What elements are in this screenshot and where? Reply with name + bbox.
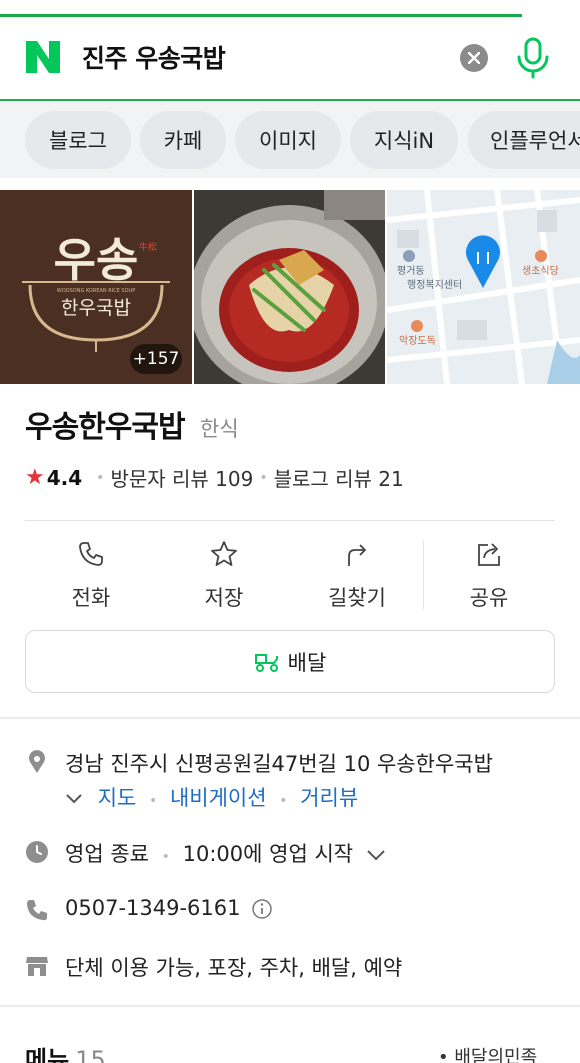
clock-icon [26, 841, 48, 863]
map-image: 평거동 행정복지센터 생초식당 악장도독 [387, 190, 580, 384]
separator-dot: • [259, 469, 268, 486]
svg-text:악장도독: 악장도독 [399, 335, 436, 347]
amenities-row: 단체 이용 가능, 포장, 주차, 배달, 예약 [25, 952, 565, 982]
search-category-chips: 블로그 카페 이미지 지식iN 인플루언서 [0, 102, 580, 178]
chip-image[interactable]: 이미지 [235, 111, 341, 169]
star-icon [211, 541, 237, 566]
search-input[interactable]: 진주 우송국밥 [82, 39, 226, 75]
share-button[interactable]: 공유 [423, 530, 555, 614]
svg-text:평거동: 평거동 [397, 265, 425, 277]
place-name[interactable]: 우송한우국밥 [25, 402, 186, 446]
more-photos-badge[interactable]: +157 [130, 344, 182, 374]
map-thumbnail[interactable]: 평거동 행정복지센터 생초식당 악장도독 [387, 190, 580, 384]
chip-cafe[interactable]: 카페 [140, 111, 226, 169]
svg-text:WOOSONG KOREAN RICE SOUP: WOOSONG KOREAN RICE SOUP [57, 288, 135, 294]
directions-label: 길찾기 [328, 586, 386, 610]
rating-row: ★ 4.4 • 방문자 리뷰 109 • 블로그 리뷰 21 [25, 463, 404, 492]
microphone-icon[interactable] [514, 37, 552, 79]
photo-strip: 우송 牛松 WOOSONG KOREAN RICE SOUP 한우국밥 +157 [0, 190, 580, 384]
section-divider [0, 1005, 580, 1007]
call-button[interactable]: 전화 [25, 530, 157, 614]
phone-row: 0507-1349-6161 [25, 896, 565, 926]
separator-dot: • [279, 793, 288, 809]
phone-icon [79, 542, 103, 566]
delivery-label: 배달 [287, 650, 327, 675]
chip-knowledge-in[interactable]: 지식iN [350, 111, 458, 169]
star-icon: ★ [25, 465, 45, 490]
svg-text:牛松: 牛松 [139, 241, 157, 253]
call-label: 전화 [71, 586, 111, 610]
separator-dot: • [96, 469, 105, 486]
chip-blog[interactable]: 블로그 [25, 111, 131, 169]
svg-text:한우국밥: 한우국밥 [61, 297, 131, 319]
address-text[interactable]: 경남 진주시 신평공원길47번길 10 우송한우국밥 [65, 748, 493, 778]
naver-logo-icon[interactable] [24, 39, 62, 75]
hours-text: 영업 종료 • 10:00에 영업 시작 [65, 838, 386, 868]
visitor-reviews-link[interactable]: 방문자 리뷰 109 [110, 463, 253, 492]
menu-section-title: 메뉴 15 [25, 1040, 106, 1063]
svg-text:생초식당: 생초식당 [522, 265, 559, 277]
separator-dot: • [161, 849, 170, 865]
food-photo[interactable] [194, 190, 385, 384]
place-category: 한식 [200, 417, 239, 441]
blog-reviews-link[interactable]: 블로그 리뷰 21 [274, 463, 404, 492]
hours-row[interactable]: 영업 종료 • 10:00에 영업 시작 [25, 838, 565, 868]
store-icon [26, 957, 48, 976]
action-divider [423, 540, 424, 610]
hours-status: 영업 종료 [65, 842, 149, 866]
delivery-button[interactable]: 배달 [25, 630, 555, 693]
chevron-down-icon[interactable] [366, 849, 386, 861]
share-label: 공유 [469, 586, 509, 610]
clear-search-button[interactable] [460, 44, 488, 72]
street-view-link[interactable]: 거리뷰 [300, 786, 358, 810]
address-links: 지도 • 내비게이션 • 거리뷰 [65, 782, 358, 812]
chevron-down-icon[interactable] [65, 793, 83, 805]
source-bullet: • [438, 1047, 455, 1063]
close-icon [468, 52, 480, 64]
search-bar: 진주 우송국밥 [0, 17, 580, 101]
rating-value: 4.4 [46, 465, 83, 490]
menu-title-text: 메뉴 [25, 1046, 70, 1063]
directions-button[interactable]: 길찾기 [291, 530, 423, 614]
menu-source[interactable]: • 배달의민족 [438, 1043, 537, 1063]
save-label: 저장 [204, 586, 244, 610]
directions-icon [348, 544, 366, 566]
phone-icon [27, 900, 47, 921]
phone-number[interactable]: 0507-1349-6161 [65, 896, 241, 920]
svg-text:우송: 우송 [54, 233, 139, 287]
delivery-scooter-icon [254, 653, 278, 672]
menu-source-label: 배달의민족 [454, 1047, 538, 1063]
section-divider [0, 717, 580, 719]
svg-text:행정복지센터: 행정복지센터 [407, 279, 462, 291]
cold-noodle-bowl-image [194, 190, 385, 384]
separator-dot: • [149, 793, 158, 809]
action-bar: 전화 저장 길찾기 공유 [25, 530, 555, 614]
navigation-link[interactable]: 내비게이션 [170, 786, 267, 810]
location-pin-icon [29, 750, 45, 773]
logo-photo[interactable]: 우송 牛松 WOOSONG KOREAN RICE SOUP 한우국밥 +157 [0, 190, 192, 384]
map-link[interactable]: 지도 [98, 786, 137, 810]
menu-count: 15 [75, 1046, 106, 1063]
amenities-text: 단체 이용 가능, 포장, 주차, 배달, 예약 [65, 956, 403, 980]
phone-text: 0507-1349-6161 [65, 896, 273, 920]
divider [25, 520, 555, 521]
chip-influencer[interactable]: 인플루언서 [468, 111, 580, 169]
hours-next-open: 10:00에 영업 시작 [182, 842, 354, 866]
save-button[interactable]: 저장 [158, 530, 290, 614]
address-row: 경남 진주시 신평공원길47번길 10 우송한우국밥 지도 • 내비게이션 • … [25, 748, 565, 818]
share-icon [478, 543, 500, 566]
info-icon[interactable] [251, 898, 273, 920]
